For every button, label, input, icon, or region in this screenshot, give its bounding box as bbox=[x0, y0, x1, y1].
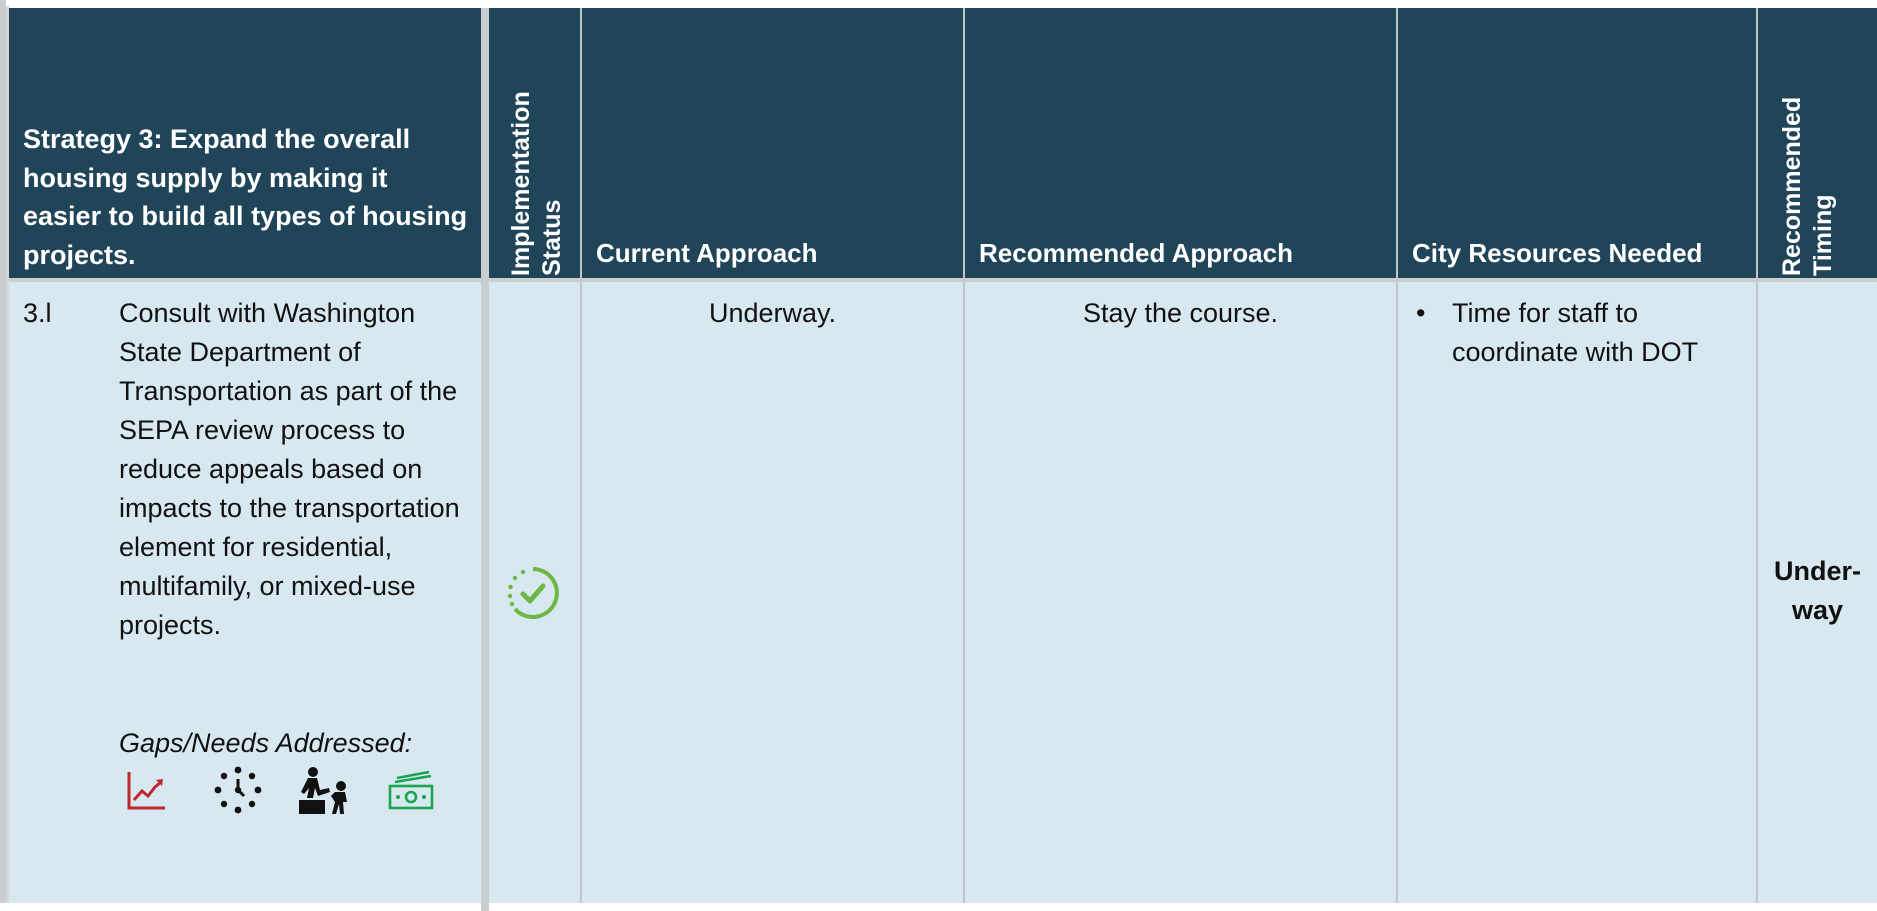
header-recommended-approach: Recommended Approach bbox=[965, 8, 1396, 278]
implementation-status-line-2: Status bbox=[538, 199, 566, 276]
timing-line-2: way bbox=[1791, 595, 1844, 625]
current-approach-cell: Underway. bbox=[582, 282, 963, 903]
header-implementation-status: Implementation Status bbox=[489, 8, 580, 278]
underway-check-icon bbox=[507, 567, 559, 619]
header-current-approach: Current Approach bbox=[582, 8, 963, 278]
resources-list: • Time for staff to coordinate with DOT bbox=[1412, 294, 1742, 372]
current-approach-value: Underway. bbox=[708, 298, 837, 328]
recommended-approach-label: Recommended Approach bbox=[979, 238, 1293, 268]
timing-line-1: Under- bbox=[1774, 556, 1861, 586]
helping-hand-climb-icon bbox=[299, 767, 347, 814]
header-strategy-title: Strategy 3: Expand the overall housing s… bbox=[9, 8, 481, 278]
recommended-timing-label: Recommended Timing bbox=[1777, 97, 1839, 276]
bullet-icon: • bbox=[1416, 298, 1426, 328]
strategy-item-cell: 3.l Consult with Washington State Depart… bbox=[9, 282, 481, 903]
recommended-timing-cell: Under- way bbox=[1758, 282, 1877, 903]
current-approach-label: Current Approach bbox=[596, 238, 818, 268]
item-number: 3.l bbox=[23, 298, 52, 328]
list-item: • Time for staff to coordinate with DOT bbox=[1412, 294, 1742, 372]
strategy-title-text: Strategy 3: Expand the overall housing s… bbox=[23, 124, 468, 270]
column-divider bbox=[963, 8, 965, 903]
recommended-approach-cell: Stay the course. bbox=[965, 282, 1396, 903]
recommended-timing-line-1: Recommended bbox=[1778, 96, 1806, 276]
gaps-needs-label: Gaps/Needs Addressed: bbox=[119, 728, 413, 758]
recommended-approach-value: Stay the course. bbox=[1082, 298, 1279, 328]
column-divider-thick bbox=[481, 8, 489, 911]
item-description: Consult with Washington State Department… bbox=[119, 298, 460, 640]
city-resources-label: City Resources Needed bbox=[1412, 238, 1703, 268]
column-divider bbox=[1396, 8, 1398, 903]
implementation-status-cell bbox=[489, 282, 580, 903]
money-stack-icon bbox=[388, 770, 434, 810]
dotted-circle-clock-icon bbox=[214, 766, 262, 814]
strategy-table: Strategy 3: Expand the overall housing s… bbox=[0, 0, 1877, 911]
trend-chart-icon bbox=[127, 772, 165, 810]
column-divider bbox=[1756, 8, 1758, 903]
header-recommended-timing: Recommended Timing bbox=[1758, 8, 1877, 278]
implementation-status-label: Implementation Status bbox=[506, 91, 568, 276]
resource-text: Time for staff to coordinate with DOT bbox=[1452, 298, 1699, 367]
table-top-border bbox=[0, 0, 1877, 6]
city-resources-cell: • Time for staff to coordinate with DOT bbox=[1398, 282, 1756, 903]
timing-value: Under- way bbox=[1758, 552, 1877, 630]
header-city-resources: City Resources Needed bbox=[1398, 8, 1756, 278]
implementation-status-line-1: Implementation bbox=[507, 91, 535, 276]
column-divider bbox=[580, 8, 582, 903]
recommended-timing-line-2: Timing bbox=[1809, 194, 1837, 276]
